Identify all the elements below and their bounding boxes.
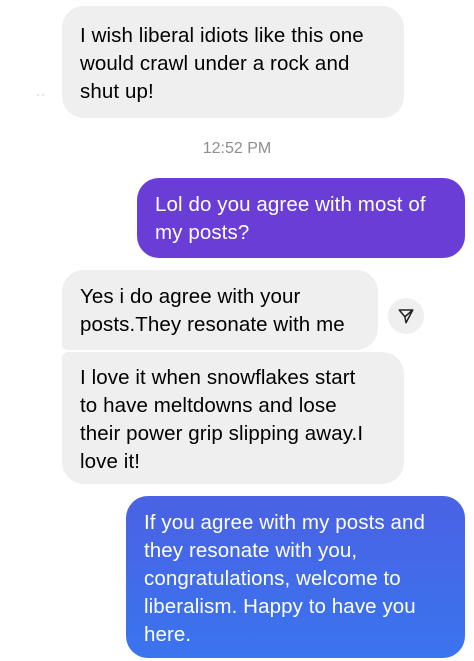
- message-text-line: love it!: [80, 450, 141, 473]
- message-bubble-incoming[interactable]: I wish liberal idiots like this one woul…: [62, 6, 404, 118]
- message-timestamp: 12:52 PM: [202, 140, 272, 157]
- share-message-button[interactable]: [388, 298, 424, 334]
- message-text-line: liberalism. Happy to have you: [144, 595, 416, 618]
- message-bubble-outgoing[interactable]: If you agree with my posts and they reso…: [126, 496, 465, 658]
- message-bubble-outgoing[interactable]: Lol do you agree with most of my posts?: [137, 178, 465, 258]
- message-text-line: I wish liberal idiots like this one: [80, 24, 364, 47]
- message-text-line: I love it when snowflakes start: [80, 366, 356, 389]
- message-text-line: posts.They resonate with me: [80, 313, 345, 336]
- message-text-line: they resonate with you,: [144, 539, 358, 562]
- image-artifact: [36, 93, 45, 97]
- message-bubble-incoming[interactable]: Yes i do agree with your posts.They reso…: [62, 270, 378, 350]
- message-text-line: to have meltdowns and lose: [80, 394, 337, 417]
- message-text-line: Lol do you agree with most of: [155, 193, 426, 216]
- message-text-line: my posts?: [155, 221, 250, 244]
- message-text-line: would crawl under a rock and: [80, 52, 350, 75]
- paper-plane-icon: [398, 309, 414, 324]
- message-text-line: Yes i do agree with your: [80, 285, 301, 308]
- message-text-line: their power grip slipping away.I: [80, 422, 364, 445]
- message-text-line: If you agree with my posts and: [144, 511, 426, 534]
- message-text-line: shut up!: [80, 80, 154, 103]
- message-text-line: congratulations, welcome to: [144, 567, 401, 590]
- message-bubble-incoming[interactable]: I love it when snowflakes start to have …: [62, 352, 404, 484]
- message-text-line: here.: [144, 623, 192, 646]
